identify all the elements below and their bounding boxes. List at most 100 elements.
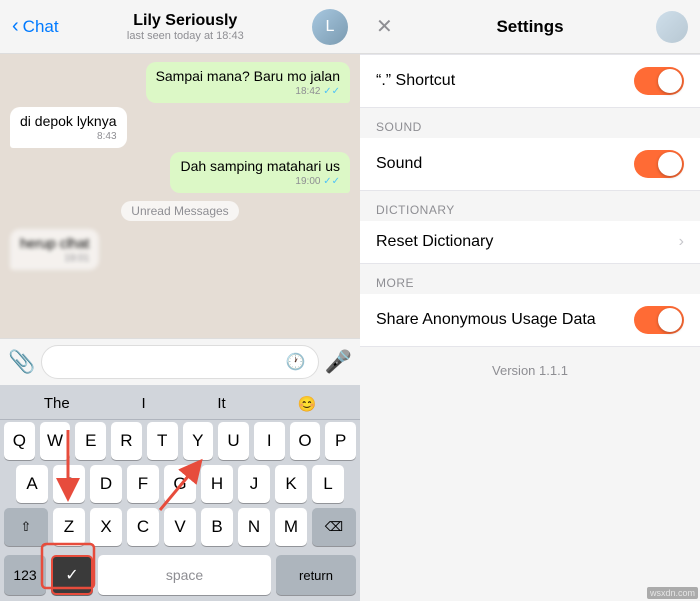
- key-l[interactable]: L: [312, 465, 344, 503]
- key-row-1: Q W E R T Y U I O P: [4, 422, 356, 460]
- toggle-thumb: [658, 69, 682, 93]
- contact-status: last seen today at 18:43: [127, 30, 244, 42]
- keyboard-bottom-row: 123 ✓ space return: [0, 553, 360, 597]
- settings-body: “.” Shortcut SOUND Sound DICTIONARY Rese…: [360, 54, 700, 601]
- contact-avatar[interactable]: L: [312, 9, 348, 45]
- key-b[interactable]: B: [201, 508, 233, 546]
- key-z[interactable]: Z: [53, 508, 85, 546]
- share-usage-label: Share Anonymous Usage Data: [376, 311, 596, 329]
- chat-panel: ‹ Chat Lily Seriously last seen today at…: [0, 0, 360, 601]
- suggestion-the[interactable]: The: [36, 393, 78, 415]
- share-usage-toggle[interactable]: [634, 306, 684, 334]
- key-g[interactable]: G: [164, 465, 196, 503]
- settings-section-dictionary: DICTIONARY Reset Dictionary ›: [360, 191, 700, 264]
- key-shift[interactable]: ⇧: [4, 508, 48, 546]
- key-u[interactable]: U: [218, 422, 249, 460]
- settings-item-dot-shortcut: “.” Shortcut: [360, 54, 700, 108]
- bubble-time: 19:01: [20, 253, 89, 264]
- settings-header: ✕ Settings: [360, 0, 700, 54]
- keyboard-rows: Q W E R T Y U I O P A S D F G H J K: [0, 420, 360, 553]
- sound-label: Sound: [376, 155, 422, 173]
- key-numbers[interactable]: 123: [4, 555, 46, 595]
- settings-title: Settings: [496, 17, 563, 37]
- keyboard: The I It 😊 Q W E R T Y U I O P A S: [0, 385, 360, 601]
- clock-icon: 🕐: [286, 352, 306, 372]
- key-return[interactable]: return: [276, 555, 356, 595]
- key-q[interactable]: Q: [4, 422, 35, 460]
- sound-toggle[interactable]: [634, 150, 684, 178]
- settings-item-reset-dictionary[interactable]: Reset Dictionary ›: [360, 221, 700, 264]
- settings-section-sound: SOUND Sound: [360, 108, 700, 191]
- bubble-text: herup clhat: [20, 235, 89, 251]
- back-button[interactable]: ‹ Chat: [12, 15, 59, 38]
- message-bubble-1: Sampai mana? Baru mo jalan 18:42 ✓✓: [146, 62, 350, 103]
- key-k[interactable]: K: [275, 465, 307, 503]
- message-bubble-2: di depok lyknya 8:43: [10, 107, 127, 148]
- key-t[interactable]: T: [147, 422, 178, 460]
- key-s[interactable]: S: [53, 465, 85, 503]
- key-m[interactable]: M: [275, 508, 307, 546]
- settings-back-avatar: [656, 11, 688, 43]
- avatar-initial: L: [326, 18, 335, 36]
- back-chevron-icon: ‹: [12, 15, 19, 38]
- suggestion-i[interactable]: I: [133, 393, 153, 415]
- settings-item-share-usage: Share Anonymous Usage Data: [360, 294, 700, 347]
- key-n[interactable]: N: [238, 508, 270, 546]
- message-bubble-5: herup clhat 19:01: [10, 229, 99, 270]
- contact-info: Lily Seriously last seen today at 18:43: [67, 12, 304, 42]
- key-j[interactable]: J: [238, 465, 270, 503]
- suggestion-emoji[interactable]: 😊: [289, 393, 324, 415]
- settings-close-button[interactable]: ✕: [376, 14, 393, 39]
- key-f[interactable]: F: [127, 465, 159, 503]
- settings-section-more: MORE Share Anonymous Usage Data: [360, 264, 700, 347]
- attach-button[interactable]: 📎: [8, 349, 35, 375]
- key-row-2: A S D F G H J K L: [4, 465, 356, 503]
- bubble-text: Sampai mana? Baru mo jalan: [156, 68, 340, 84]
- settings-panel: ✕ Settings “.” Shortcut SOUND Sound: [360, 0, 700, 601]
- contact-name: Lily Seriously: [133, 12, 237, 30]
- keyboard-suggestions: The I It 😊: [0, 389, 360, 420]
- back-label: Chat: [23, 17, 59, 37]
- toggle-thumb: [658, 152, 682, 176]
- settings-item-sound: Sound: [360, 138, 700, 191]
- key-a[interactable]: A: [16, 465, 48, 503]
- key-v[interactable]: V: [164, 508, 196, 546]
- key-send[interactable]: ✓: [51, 555, 93, 595]
- mic-button[interactable]: 🎤: [325, 349, 352, 375]
- chat-header: ‹ Chat Lily Seriously last seen today at…: [0, 0, 360, 54]
- reset-dictionary-label: Reset Dictionary: [376, 233, 493, 251]
- dot-shortcut-label: “.” Shortcut: [376, 72, 455, 90]
- key-row-3: ⇧ Z X C V B N M ⌫: [4, 508, 356, 546]
- key-h[interactable]: H: [201, 465, 233, 503]
- key-w[interactable]: W: [40, 422, 71, 460]
- dot-shortcut-toggle[interactable]: [634, 67, 684, 95]
- message-bubble-3: Dah samping matahari us 19:00 ✓✓: [170, 152, 350, 193]
- chat-input-bar: 📎 🕐 🎤: [0, 338, 360, 385]
- settings-section-shortcuts: “.” Shortcut: [360, 54, 700, 108]
- tick-marks: ✓✓: [323, 176, 340, 187]
- key-x[interactable]: X: [90, 508, 122, 546]
- key-space[interactable]: space: [98, 555, 271, 595]
- bubble-text: di depok lyknya: [20, 113, 117, 129]
- bubble-time: 18:42 ✓✓: [156, 86, 340, 97]
- bubble-time: 8:43: [20, 131, 117, 142]
- key-c[interactable]: C: [127, 508, 159, 546]
- key-d[interactable]: D: [90, 465, 122, 503]
- key-e[interactable]: E: [75, 422, 106, 460]
- settings-version: Version 1.1.1: [360, 347, 700, 394]
- toggle-thumb: [658, 308, 682, 332]
- key-delete[interactable]: ⌫: [312, 508, 356, 546]
- key-r[interactable]: R: [111, 422, 142, 460]
- unread-divider: Unread Messages: [121, 201, 238, 221]
- message-input-field[interactable]: 🕐: [41, 345, 318, 379]
- bubble-text: Dah samping matahari us: [180, 158, 340, 174]
- key-i[interactable]: I: [254, 422, 285, 460]
- suggestion-it[interactable]: It: [209, 393, 233, 415]
- chevron-right-icon: ›: [679, 233, 684, 251]
- sound-section-header: SOUND: [360, 108, 700, 138]
- tick-marks: ✓✓: [323, 86, 340, 97]
- key-o[interactable]: O: [290, 422, 321, 460]
- dictionary-section-header: DICTIONARY: [360, 191, 700, 221]
- key-y[interactable]: Y: [183, 422, 214, 460]
- key-p[interactable]: P: [325, 422, 356, 460]
